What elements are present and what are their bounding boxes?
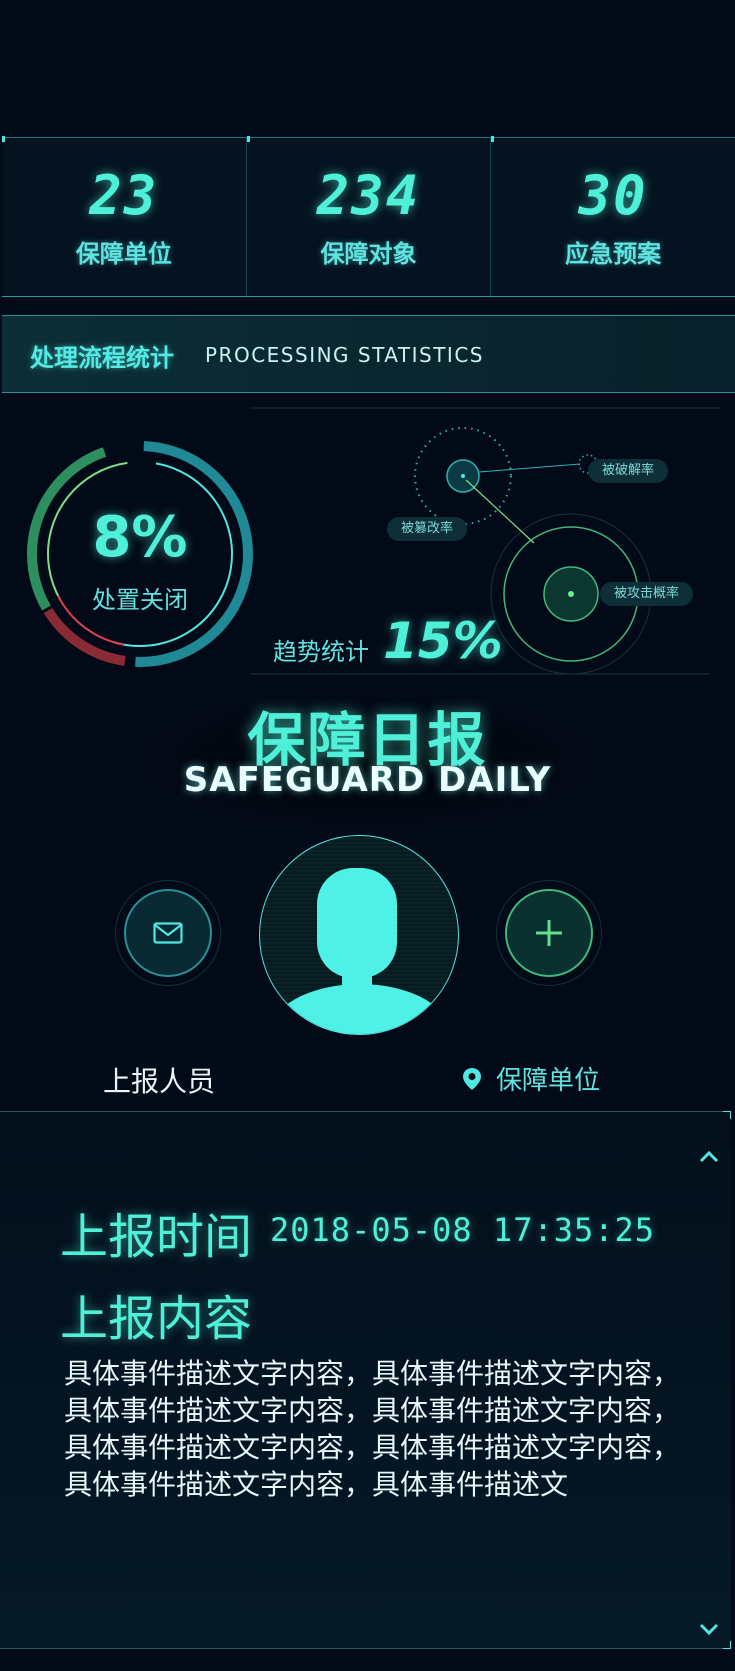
trend-label: 趋势统计	[273, 638, 369, 666]
stat-value: 23	[89, 164, 159, 227]
unit-label: 保障单位	[496, 1066, 601, 1096]
radar-label-attack: 被攻击概率	[600, 582, 694, 606]
radar-label-tamper: 被篡改率	[387, 517, 468, 541]
mail-button[interactable]	[115, 880, 221, 986]
reporter-label: 上报人员	[103, 1065, 216, 1098]
stat-value: 234	[316, 164, 421, 227]
mail-icon	[153, 922, 183, 944]
stat-card-objects[interactable]: 234 保障对象	[246, 136, 492, 296]
section-title-en: PROCESSING STATISTICS	[205, 343, 484, 367]
panel-corner	[723, 1111, 731, 1119]
stat-tick	[491, 136, 495, 142]
report-content-label: 上报内容	[60, 1291, 253, 1347]
stat-label: 保障单位	[75, 240, 172, 268]
report-time-label: 上报时间	[60, 1209, 253, 1265]
location-pin-icon	[463, 1067, 481, 1090]
add-button[interactable]	[496, 880, 602, 986]
unit-location[interactable]: 保障单位	[462, 1060, 600, 1097]
donut-percent: 8%	[92, 505, 188, 570]
radar-link	[478, 463, 581, 473]
chevron-up-icon[interactable]	[697, 1145, 721, 1169]
stat-card-plans[interactable]: 30 应急预案	[491, 136, 735, 296]
add-button-inner	[505, 889, 593, 977]
stat-label: 保障对象	[320, 240, 417, 268]
radar-link-green	[465, 479, 535, 544]
stat-label: 应急预案	[565, 240, 662, 268]
chevron-down-icon[interactable]	[697, 1617, 721, 1641]
stat-tick	[2, 136, 5, 142]
donut-label: 处置关闭	[92, 586, 188, 614]
stat-tick	[246, 136, 250, 142]
radar-label-crack: 被破解率	[588, 459, 669, 483]
section-header: 处理流程统计 PROCESSING STATISTICS	[2, 315, 735, 393]
stat-card-units[interactable]: 23 保障单位	[2, 136, 247, 296]
mail-button-inner	[124, 889, 212, 977]
page-title-en: SAFEGUARD DAILY	[183, 760, 552, 800]
panel-corner	[723, 1641, 731, 1649]
user-silhouette-icon	[268, 868, 452, 1034]
report-content-text: 具体事件描述文字内容，具体事件描述文字内容，具体事件描述文字内容，具体事件描述文…	[64, 1357, 681, 1501]
section-title-cn: 处理流程统计	[30, 344, 174, 372]
plus-icon	[536, 920, 562, 946]
trend-value: 15%	[383, 612, 503, 670]
avatar[interactable]	[259, 835, 459, 1035]
stats-bar: 23 保障单位 234 保障对象 30 应急预案	[2, 136, 735, 297]
report-time-value: 2018-05-08 17:35:25	[270, 1211, 656, 1249]
stat-value: 30	[578, 164, 648, 227]
